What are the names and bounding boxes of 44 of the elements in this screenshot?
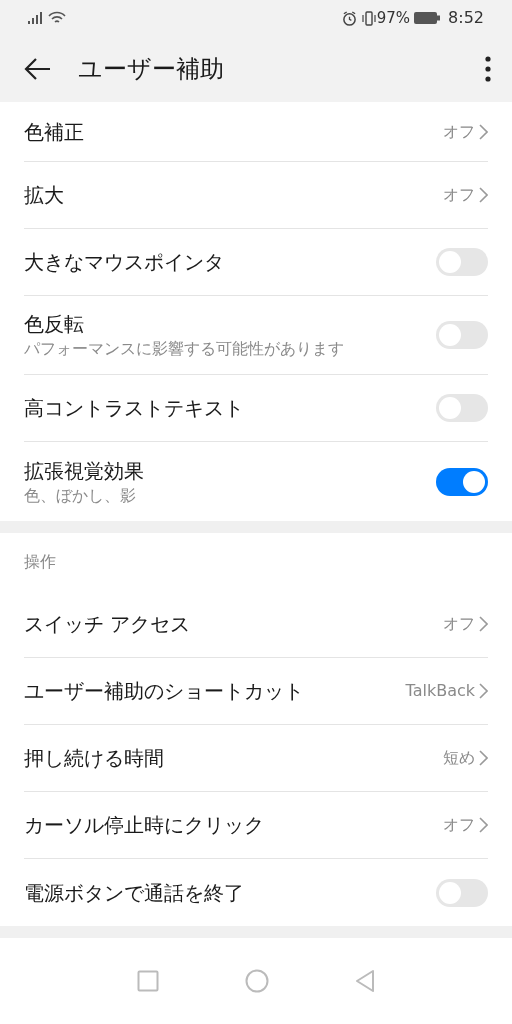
- setting-value: オフ: [443, 613, 475, 635]
- toggle-switch[interactable]: [436, 467, 488, 496]
- chevron-right-icon: [479, 616, 488, 632]
- setting-title: 色補正: [24, 118, 85, 146]
- setting-value: オフ: [443, 120, 475, 143]
- setting-title: 拡張視覚効果: [24, 457, 145, 485]
- clock: 8:52: [448, 7, 484, 29]
- setting-title: ユーザー補助のショートカット: [24, 678, 305, 705]
- wifi-icon: [48, 11, 66, 25]
- setting-title: 電源ボタンで通話を終了: [24, 879, 245, 907]
- setting-description: パフォーマンスに影響する可能性があります: [24, 338, 345, 360]
- setting-title: 大きなマウスポインタ: [24, 249, 225, 276]
- recent-apps-icon[interactable]: [137, 970, 159, 992]
- setting-value: TalkBack: [405, 680, 475, 702]
- toggle-switch[interactable]: [436, 394, 488, 422]
- home-icon[interactable]: [245, 969, 269, 993]
- chevron-right-icon: [479, 683, 488, 699]
- page-title: ユーザー補助: [78, 54, 225, 85]
- battery-icon: [414, 12, 441, 24]
- more-options-icon[interactable]: [484, 56, 492, 82]
- setting-description: 色、ぼかし、影: [24, 484, 137, 507]
- signal-icon: [28, 12, 44, 24]
- setting-value: オフ: [443, 184, 475, 206]
- toggle-switch[interactable]: [436, 248, 488, 276]
- setting-title: 拡大: [24, 182, 65, 209]
- setting-value: オフ: [443, 814, 475, 836]
- setting-title: スイッチ アクセス: [24, 611, 192, 638]
- back-arrow-icon[interactable]: [24, 57, 52, 81]
- alarm-icon: [341, 10, 357, 26]
- setting-title: 色反転: [24, 311, 85, 338]
- chevron-right-icon: [479, 750, 488, 766]
- chevron-right-icon: [479, 817, 488, 833]
- chevron-right-icon: [479, 123, 488, 140]
- vibrate-icon: [360, 10, 377, 26]
- battery-percent: 97%: [376, 7, 411, 29]
- back-icon[interactable]: [355, 969, 375, 993]
- setting-value: 短め: [443, 747, 475, 769]
- toggle-switch[interactable]: [436, 878, 488, 907]
- toggle-switch[interactable]: [436, 321, 488, 349]
- section-header: 操作: [24, 551, 56, 573]
- setting-title: 高コントラストテキスト: [24, 395, 245, 422]
- chevron-right-icon: [479, 187, 488, 203]
- setting-title: 押し続ける時間: [24, 745, 165, 772]
- setting-title: カーソル停止時にクリック: [24, 812, 265, 839]
